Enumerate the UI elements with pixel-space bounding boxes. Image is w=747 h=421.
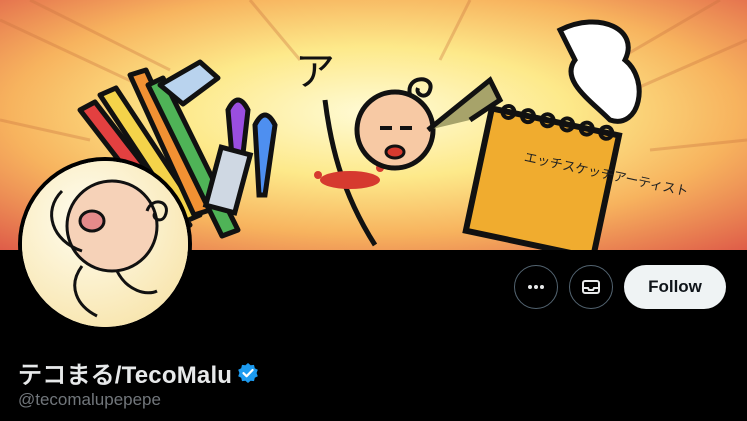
message-button[interactable]	[569, 265, 613, 309]
display-name: テコまる/TecoMalu	[18, 362, 233, 389]
banner-text-a: ア	[295, 49, 335, 95]
follow-button[interactable]: Follow	[624, 265, 726, 309]
ellipsis-icon	[528, 285, 544, 289]
more-options-button[interactable]	[514, 265, 558, 309]
profile-avatar[interactable]	[18, 157, 192, 331]
verified-badge-icon[interactable]	[237, 362, 259, 384]
user-handle: @tecomalupepepe	[18, 390, 161, 409]
envelope-icon	[582, 280, 600, 294]
profile-name-row: テコまる/TecoMalu	[18, 355, 259, 390]
avatar-image	[22, 161, 188, 327]
